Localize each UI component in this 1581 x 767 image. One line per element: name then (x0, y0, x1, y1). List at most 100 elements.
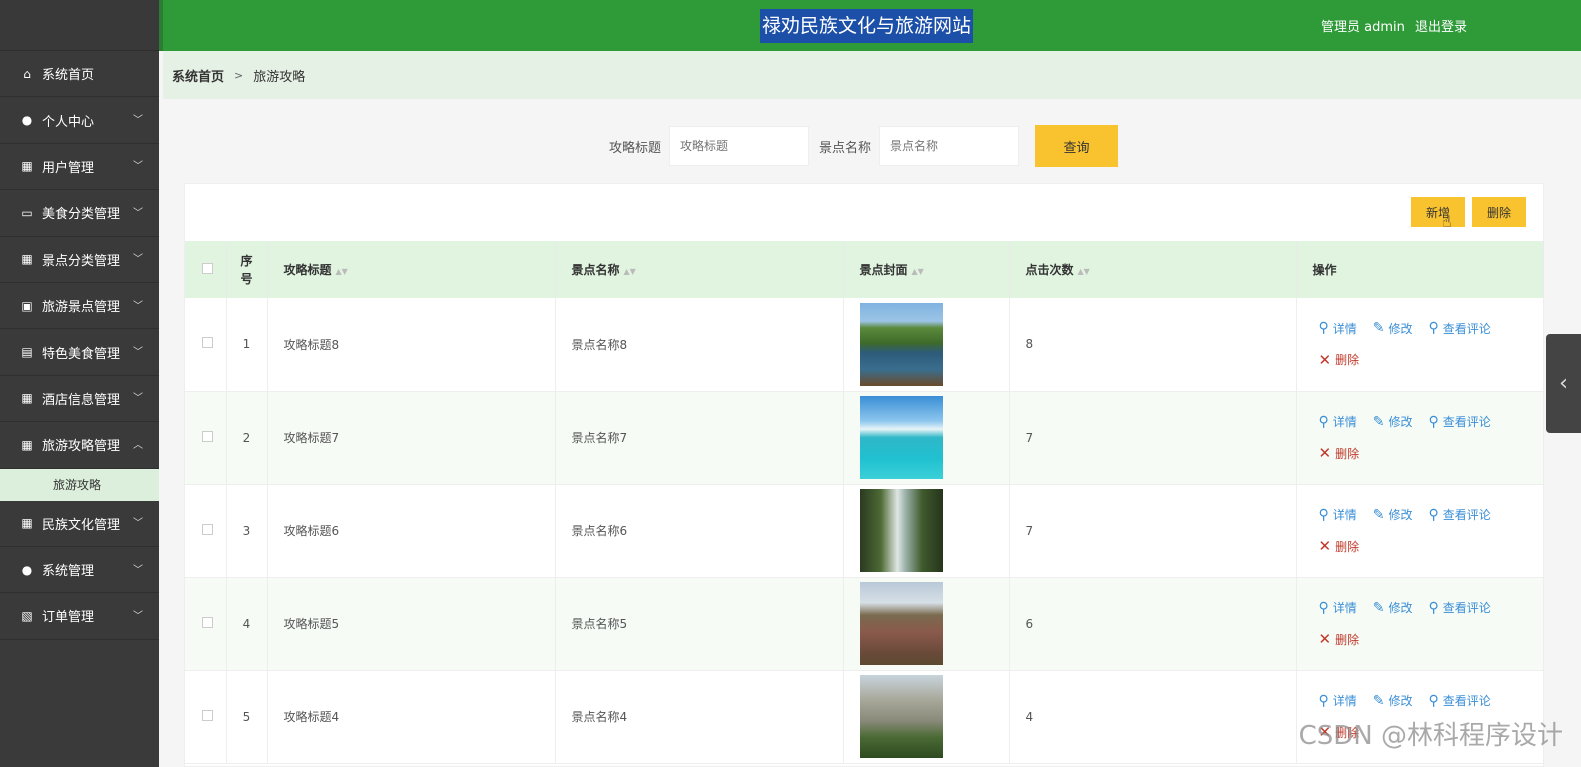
chevron-down-icon: ﹀ (133, 347, 143, 359)
spot-search-input[interactable] (879, 126, 1020, 166)
view-comments-link[interactable]: ⚲ 查看评论 (1429, 506, 1491, 523)
sidebar-item-label: 系统首页 (42, 68, 95, 84)
sidebar-subitem-strategy[interactable]: 旅游攻略 (0, 468, 159, 501)
sidebar-item-label: 景点分类管理 (42, 253, 121, 269)
home-icon: ⌂ (23, 66, 31, 81)
delete-link[interactable]: ✕ 删除 (1319, 630, 1360, 648)
sidebar-item[interactable]: ▦ 旅游攻略管理 ︿ (0, 422, 159, 469)
sidebar-item[interactable]: ▦ 景点分类管理 ﹀ (0, 236, 159, 283)
sort-icon[interactable]: ▲▼ (624, 267, 636, 276)
row-select-cell[interactable] (185, 298, 227, 391)
detail-link[interactable]: ⚲ 详情 (1319, 599, 1357, 616)
header-select-all[interactable] (185, 241, 227, 298)
header-cover-label: 景点封面 (859, 263, 908, 277)
row-checkbox[interactable] (202, 337, 213, 349)
sort-icon[interactable]: ▲▼ (336, 267, 348, 276)
delete-link[interactable]: ✕ 删除 (1319, 444, 1360, 462)
delete-link[interactable]: ✕ 删除 (1319, 537, 1360, 555)
sidebar-item[interactable]: ▤ 特色美食管理 ﹀ (0, 329, 159, 376)
row-select-cell[interactable] (185, 670, 227, 763)
search-icon: ⚲ (1318, 413, 1329, 430)
sidebar-item[interactable]: ▧ 订单管理 ﹀ (0, 593, 159, 640)
detail-label: 详情 (1332, 508, 1357, 522)
detail-link[interactable]: ⚲ 详情 (1319, 506, 1357, 523)
search-icon: ⚲ (1428, 506, 1439, 523)
sidebar-item[interactable]: ▦ 用户管理 ﹀ (0, 143, 159, 191)
row-select-cell[interactable] (185, 484, 227, 577)
search-icon: ⚲ (1318, 320, 1329, 337)
edit-link[interactable]: ✎ 修改 (1373, 692, 1413, 709)
sort-icon[interactable]: ▲▼ (1078, 267, 1090, 276)
view-comments-link[interactable]: ⚲ 查看评论 (1429, 320, 1491, 337)
chevron-down-icon: ﹀ (133, 254, 143, 266)
row-no: 1 (226, 298, 268, 391)
row-checkbox[interactable] (202, 430, 213, 442)
table-row: 2 攻略标题7 景点名称7 7 ⚲ 详情 ✎ 修改 ⚲ 查看评论 ✕ 删除 (185, 391, 1544, 484)
detail-link[interactable]: ⚲ 详情 (1319, 413, 1357, 430)
search-icon: ⚲ (1428, 599, 1439, 616)
detail-link[interactable]: ⚲ 详情 (1319, 692, 1357, 709)
sidebar-item[interactable]: ▭ 美食分类管理 ﹀ (0, 190, 159, 237)
edit-link[interactable]: ✎ 修改 (1373, 413, 1413, 430)
pencil-icon: ✎ (1372, 320, 1385, 337)
row-checkbox[interactable] (202, 709, 213, 721)
cover-image[interactable] (859, 582, 943, 665)
sidebar-item[interactable]: ● 系统管理 ﹀ (0, 546, 159, 594)
user-icon: ● (21, 113, 33, 128)
view-comments-link[interactable]: ⚲ 查看评论 (1429, 692, 1491, 709)
delete-link[interactable]: ✕ 删除 (1319, 351, 1360, 369)
row-checkbox[interactable] (202, 523, 213, 535)
header-no: 序号 (226, 241, 268, 298)
grid-icon: ▦ (21, 252, 33, 267)
panel-toggle-button[interactable]: ‹ (1546, 334, 1581, 433)
edit-link[interactable]: ✎ 修改 (1373, 320, 1413, 337)
edit-link[interactable]: ✎ 修改 (1373, 506, 1413, 523)
row-cover-cell (843, 670, 1010, 763)
detail-label: 详情 (1332, 321, 1357, 336)
sidebar-item[interactable]: ▦ 民族文化管理 ﹀ (0, 500, 159, 547)
detail-link[interactable]: ⚲ 详情 (1319, 320, 1357, 337)
chevron-down-icon: ﹀ (133, 564, 143, 576)
view-comments-link[interactable]: ⚲ 查看评论 (1429, 599, 1491, 616)
comments-label: 查看评论 (1442, 415, 1491, 429)
view-comments-link[interactable]: ⚲ 查看评论 (1429, 413, 1491, 430)
header-title[interactable]: 攻略标题 ▲▼ (267, 241, 556, 298)
cover-image[interactable] (859, 489, 943, 572)
breadcrumb-home[interactable]: 系统首页 (172, 66, 224, 85)
sidebar-item-label: 订单管理 (42, 610, 95, 626)
sidebar-item[interactable]: ▣ 旅游景点管理 ﹀ (0, 282, 159, 330)
cover-image[interactable] (859, 675, 943, 758)
edit-link[interactable]: ✎ 修改 (1373, 599, 1413, 616)
search-icon: ⚲ (1318, 599, 1329, 616)
sidebar-item[interactable]: ● 个人中心 ﹀ (0, 97, 159, 144)
header-cover[interactable]: 景点封面 ▲▼ (843, 241, 1010, 298)
title-search-input[interactable] (669, 126, 810, 166)
row-select-cell[interactable] (185, 391, 227, 484)
header-clicks[interactable]: 点击次数 ▲▼ (1009, 241, 1297, 298)
delete-button[interactable]: 删除 (1472, 197, 1526, 227)
row-select-cell[interactable] (185, 577, 227, 670)
row-spot: 景点名称4 (555, 670, 844, 763)
delete-label: 删除 (1335, 446, 1360, 461)
table-panel: 新增 删除 序号 攻略标题 ▲▼ 景点名称 ▲▼ 景点封面 ▲▼ 点击次数 ▲▼ 操作 … (184, 183, 1544, 767)
ops-links: ⚲ 详情 ✎ 修改 ⚲ 查看评论 (1319, 320, 1544, 337)
header-clicks-label: 点击次数 (1025, 263, 1074, 277)
header-spot[interactable]: 景点名称 ▲▼ (555, 241, 844, 298)
sort-icon[interactable]: ▲▼ (912, 267, 924, 276)
add-button[interactable]: 新增 (1411, 197, 1465, 227)
search-button[interactable]: 查询 (1035, 125, 1119, 167)
logout-link[interactable]: 退出登录 (1415, 20, 1467, 35)
briefcase-icon: ▣ (21, 298, 33, 313)
detail-label: 详情 (1332, 601, 1357, 615)
cover-image[interactable] (859, 396, 943, 479)
sidebar-item[interactable]: ▦ 酒店信息管理 ﹀ (0, 375, 159, 423)
edit-label: 修改 (1388, 694, 1413, 708)
breadcrumb-separator: > (234, 68, 244, 82)
chevron-down-icon: ﹀ (133, 161, 143, 173)
header-ops: 操作 (1296, 241, 1544, 298)
cover-image[interactable] (859, 302, 943, 386)
sidebar-item[interactable]: ⌂ 系统首页 (0, 51, 159, 98)
row-checkbox[interactable] (202, 616, 213, 628)
select-all-checkbox[interactable] (202, 262, 213, 274)
chevron-down-icon: ﹀ (133, 610, 143, 622)
